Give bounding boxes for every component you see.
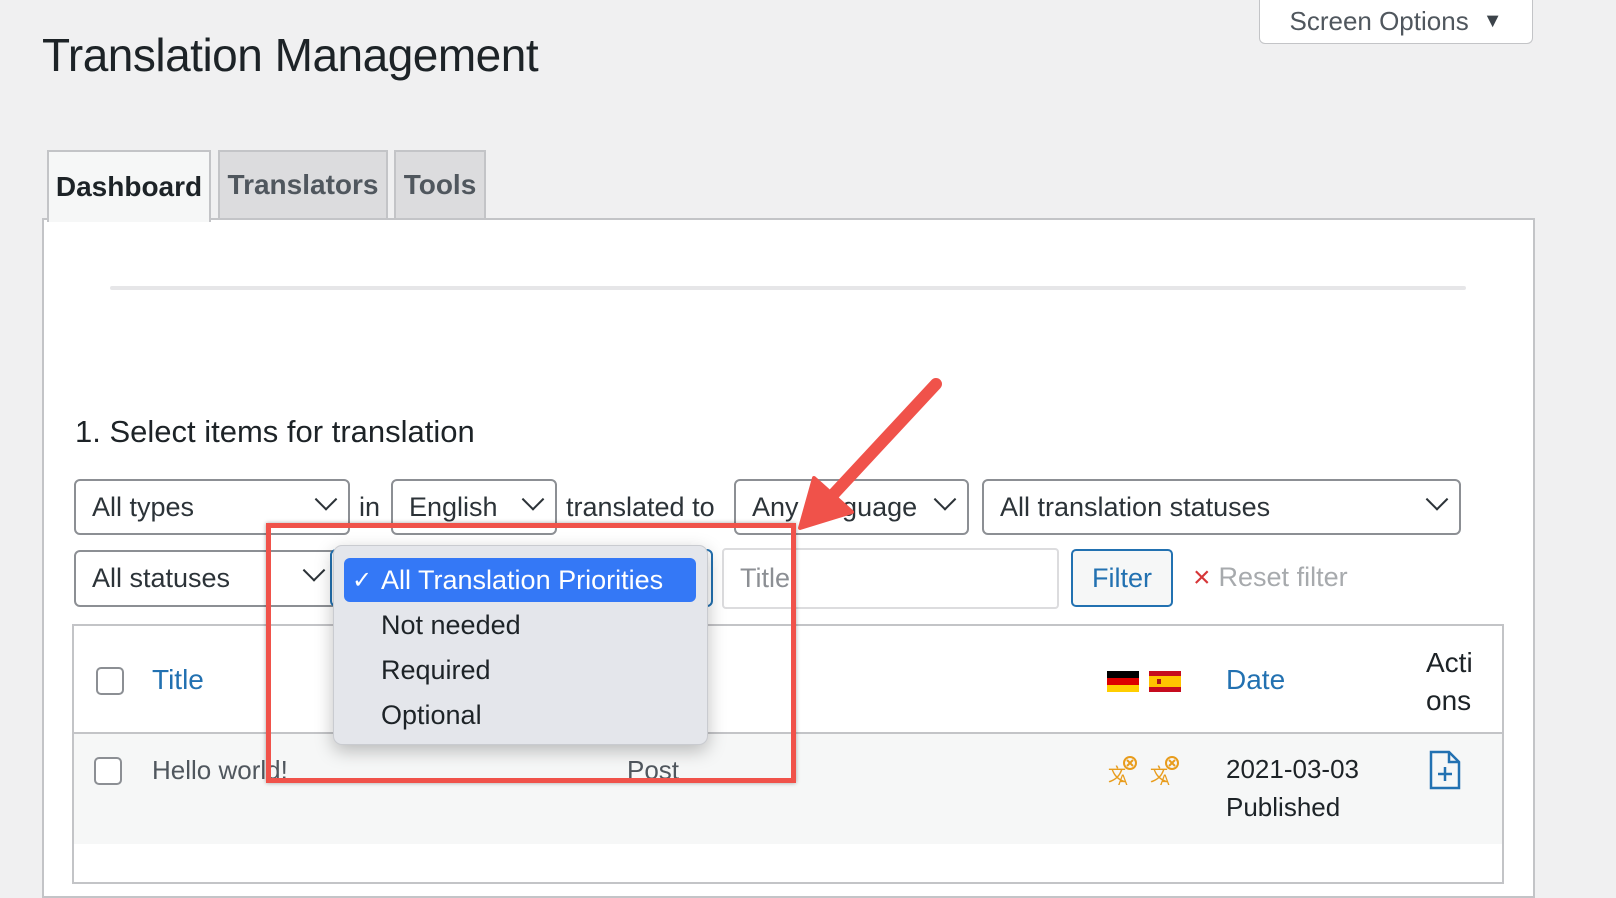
chevron-down-icon: [933, 488, 957, 511]
add-document-icon[interactable]: [1428, 750, 1462, 790]
column-date-sort[interactable]: Date: [1226, 664, 1285, 696]
filter-button[interactable]: Filter: [1071, 549, 1173, 607]
annotation-highlight-box: [266, 523, 796, 783]
type-select-value: All types: [92, 491, 195, 522]
translated-to-label: translated to: [566, 492, 715, 522]
page-title: Translation Management: [42, 29, 539, 81]
section-heading: 1. Select items for translation: [75, 414, 475, 449]
column-title-sort[interactable]: Title: [152, 664, 204, 696]
chevron-down-icon: [314, 488, 338, 511]
svg-text:A: A: [1160, 773, 1170, 787]
in-label: in: [359, 492, 381, 522]
screen-options-button[interactable]: Screen Options ▼: [1259, 0, 1533, 44]
row-date: 2021-03-03: [1226, 754, 1359, 784]
tab-translators[interactable]: Translators: [218, 150, 388, 218]
screen-options-label: Screen Options: [1289, 6, 1469, 36]
chevron-down-icon: [1425, 488, 1449, 511]
post-status-value: All statuses: [92, 563, 231, 593]
svg-text:A: A: [1118, 773, 1128, 787]
flag-german-icon: [1107, 671, 1139, 692]
chevron-down-icon: [521, 488, 545, 511]
close-icon: ×: [1193, 560, 1211, 594]
translation-status-select[interactable]: All translation statuses: [982, 479, 1461, 535]
tab-dashboard[interactable]: Dashboard: [47, 150, 211, 222]
row-checkbox[interactable]: [94, 757, 122, 785]
translation-status-value: All translation statuses: [1000, 491, 1271, 522]
target-language-value: Any language: [752, 491, 918, 522]
source-language-value: English: [409, 491, 498, 522]
progress-divider: [110, 286, 1466, 290]
tab-tools[interactable]: Tools: [394, 150, 486, 218]
column-actions-header: Actions: [1426, 647, 1473, 716]
triangle-down-icon: ▼: [1482, 10, 1503, 32]
reset-filter-link[interactable]: × Reset filter: [1193, 562, 1348, 593]
translate-add-icon[interactable]: 文 A: [1107, 755, 1139, 787]
translate-add-icon[interactable]: 文 A: [1149, 755, 1181, 787]
select-all-checkbox[interactable]: [96, 667, 124, 695]
flag-spanish-icon: [1149, 671, 1181, 692]
reset-filter-label: Reset filter: [1218, 562, 1348, 592]
row-status: Published: [1226, 792, 1341, 822]
